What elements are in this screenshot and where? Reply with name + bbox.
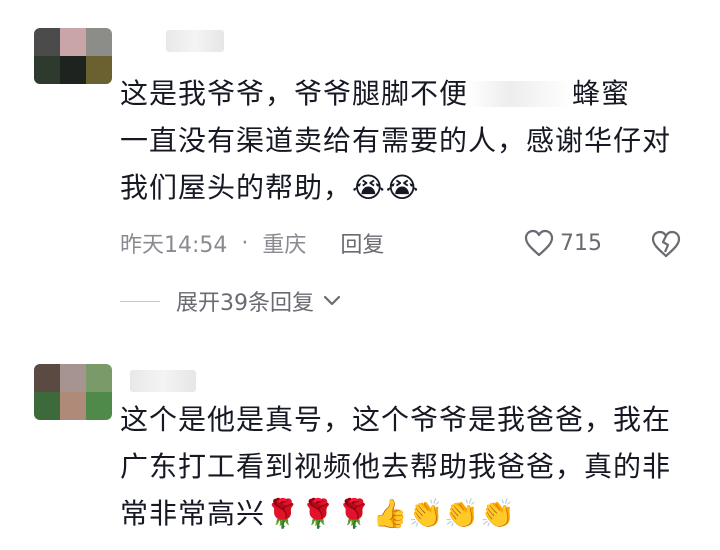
- comment-line: 这个是他是真号，这个爷爷是我爸爸，我在: [120, 403, 672, 436]
- avatar[interactable]: [34, 364, 112, 420]
- comment-location: 重庆: [262, 233, 307, 258]
- comment-line: 蜂蜜: [572, 77, 631, 110]
- like-button[interactable]: 715: [524, 226, 602, 260]
- comment-line: 我们屋头的帮助，: [120, 171, 353, 204]
- chevron-down-icon: [323, 295, 341, 306]
- divider-line: [120, 300, 160, 302]
- redacted-text: [468, 81, 573, 107]
- heart-outline-icon: [524, 229, 554, 257]
- comment-line: 这是我爷爷，爷爷腿脚不便: [120, 77, 469, 110]
- expand-replies-label: 展开39条回复: [176, 291, 314, 316]
- username-blurred[interactable]: [130, 370, 196, 392]
- comment-line: 一直没有渠道卖给有需要的人，感谢华仔对: [120, 124, 672, 157]
- comment-text: 这是我爷爷，爷爷腿脚不便 蜂蜜 一直没有渠道卖给有需要的人，感谢华仔对 我们屋头的…: [120, 70, 700, 211]
- comment-item: 这个是他是真号，这个爷爷是我爸爸，我在 广东打工看到视频他去帮助我爸爸，真的非 …: [0, 340, 720, 550]
- broken-heart-icon[interactable]: [650, 228, 682, 260]
- like-count: 715: [560, 230, 602, 256]
- separator-dot: ·: [241, 230, 249, 256]
- reply-button[interactable]: 回复: [340, 227, 384, 259]
- comment-line: 广东打工看到视频他去帮助我爸爸，真的非: [120, 450, 672, 483]
- comment-time: 昨天14:54: [120, 233, 228, 258]
- comment-text: 这个是他是真号，这个爷爷是我爸爸，我在 广东打工看到视频他去帮助我爸爸，真的非 …: [120, 396, 700, 537]
- avatar[interactable]: [34, 28, 112, 84]
- expand-replies-button[interactable]: 展开39条回复: [120, 285, 342, 317]
- crying-emoji: 😭😭: [352, 171, 420, 204]
- username-blurred[interactable]: [166, 30, 224, 52]
- comment-line: 常非常高兴: [120, 497, 266, 530]
- comment-item: 这是我爷爷，爷爷腿脚不便 蜂蜜 一直没有渠道卖给有需要的人，感谢华仔对 我们屋头的…: [0, 0, 720, 340]
- comment-meta: 昨天14:54 · 重庆 回复: [120, 226, 384, 260]
- rose-thumbs-clap-emojis: 🌹🌹🌹👍👏👏👏: [265, 497, 517, 530]
